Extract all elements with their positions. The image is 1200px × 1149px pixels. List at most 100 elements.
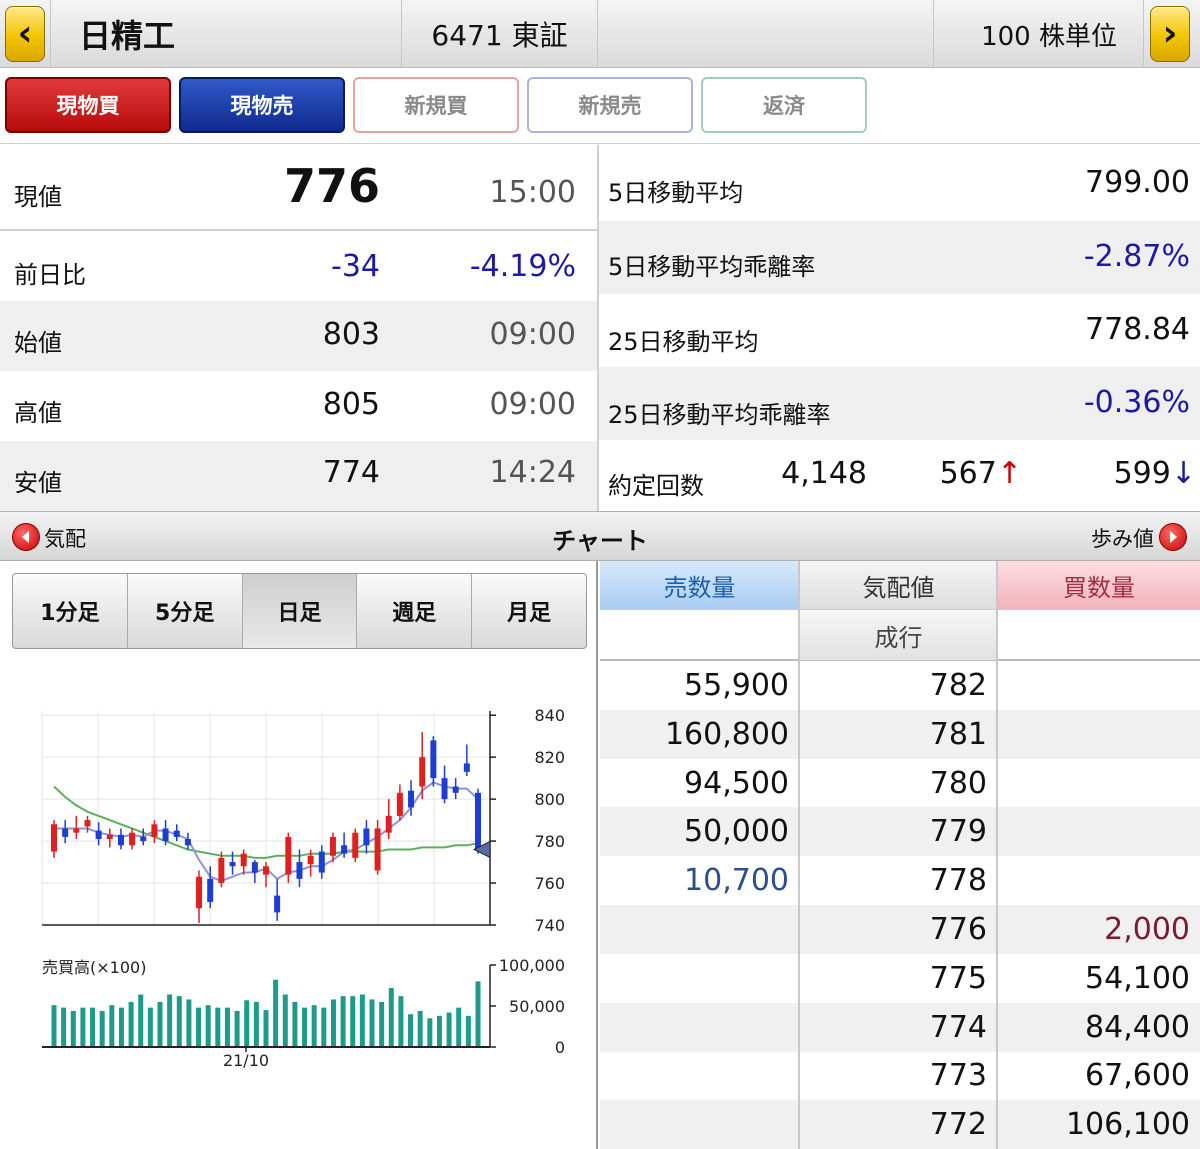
- stat-row-ma5-dev: 5日移動平均乖離率 -2.87%: [599, 221, 1200, 294]
- volume-bar: [99, 1010, 105, 1047]
- candle-body: [73, 828, 80, 833]
- tab-monthly[interactable]: 月足: [472, 574, 586, 648]
- ma25-dev-value: -0.36%: [1083, 385, 1190, 420]
- book-price-cell: 774: [929, 1009, 987, 1045]
- margin-sell-button[interactable]: 新規売: [527, 77, 693, 133]
- cash-buy-button[interactable]: 現物買: [5, 77, 171, 133]
- book-sell-cell: 94,500: [684, 765, 789, 801]
- low-time: 14:24: [489, 455, 576, 490]
- book-row[interactable]: 773 67,600: [600, 1051, 1200, 1100]
- change-value: -34: [331, 249, 380, 284]
- book-row[interactable]: 774 84,400: [600, 1002, 1200, 1052]
- margin-buy-button[interactable]: 新規買: [353, 77, 519, 133]
- volume-tick-label: 50,000: [509, 997, 565, 1016]
- tab-1min[interactable]: 1分足: [13, 574, 128, 648]
- next-stock-button[interactable]: ›: [1150, 6, 1190, 62]
- price-tick-label: 760: [534, 874, 565, 893]
- volume-bar: [196, 1007, 202, 1047]
- price-tick-label: 780: [534, 832, 565, 851]
- book-price-cell: 772: [929, 1107, 987, 1143]
- book-buy-cell: 84,400: [1085, 1009, 1190, 1045]
- quote-row-open: 始値 803 09:00: [0, 301, 598, 371]
- tick-history-link[interactable]: 歩み値: [1070, 512, 1200, 560]
- arrow-up-icon: ↑: [996, 456, 1022, 491]
- book-price-cell: 782: [929, 668, 987, 703]
- book-price-cell: 779: [929, 814, 987, 850]
- candle-body: [95, 830, 102, 839]
- candle-body: [452, 786, 459, 793]
- volume-bar: [408, 1014, 414, 1047]
- book-row[interactable]: 160,800 781: [600, 709, 1200, 759]
- book-row[interactable]: 50,000 779: [600, 807, 1200, 857]
- trades-up-value: 567: [939, 456, 997, 491]
- volume-bar: [475, 981, 481, 1047]
- candle-body: [173, 830, 180, 837]
- stock-name-cell: 日精工: [50, 0, 402, 68]
- book-sell-cell: 50,000: [684, 814, 789, 850]
- current-price-time: 15:00: [489, 175, 576, 210]
- book-row[interactable]: 94,500 780: [600, 759, 1200, 808]
- candle-body: [162, 828, 169, 842]
- volume-bar: [330, 999, 336, 1047]
- section-bar: 気配 チャート 歩み値: [0, 511, 1200, 561]
- current-price-value: 776: [283, 159, 380, 213]
- tab-weekly[interactable]: 週足: [357, 574, 473, 648]
- volume-bar: [215, 1007, 221, 1047]
- volume-bar: [388, 987, 394, 1047]
- volume-tick-label: 100,000: [499, 956, 565, 975]
- candle-body: [140, 836, 147, 842]
- section-title: チャート: [552, 527, 648, 555]
- volume-bar: [311, 1005, 317, 1047]
- book-sell-cell: 160,800: [664, 716, 789, 752]
- book-row[interactable]: 776 2,000: [600, 905, 1200, 954]
- book-buy-cell: [998, 661, 1200, 710]
- change-label: 前日比: [14, 261, 86, 289]
- book-price-cell: 778: [929, 863, 987, 899]
- book-row[interactable]: 55,900 782: [600, 661, 1200, 710]
- candle-body: [419, 757, 426, 787]
- book-price-cell: 780: [929, 765, 987, 801]
- candle-body: [341, 845, 348, 854]
- volume-bar: [80, 1007, 86, 1047]
- price-chart[interactable]: 840 820 800 780 760 740 売買高(×100) 100,000 50,000…: [0, 659, 596, 1149]
- trades-count: 4,148: [781, 456, 867, 491]
- volume-bar: [90, 1007, 96, 1047]
- volume-bar: [176, 996, 182, 1047]
- volume-bar: [157, 1001, 163, 1047]
- book-sell-cell: [600, 1051, 799, 1100]
- x-tick-label: 21/10: [223, 1051, 269, 1070]
- candle-body: [218, 857, 225, 884]
- high-label: 高値: [14, 399, 62, 427]
- low-label: 安値: [14, 469, 62, 497]
- candle-body: [396, 792, 403, 816]
- candle-body: [62, 828, 69, 837]
- tab-daily[interactable]: 日足: [242, 574, 358, 648]
- prev-stock-button[interactable]: ‹: [5, 6, 45, 62]
- volume-bar: [138, 994, 144, 1047]
- cash-sell-button[interactable]: 現物売: [179, 77, 345, 133]
- tab-5min[interactable]: 5分足: [128, 574, 243, 648]
- book-row[interactable]: 775 54,100: [600, 954, 1200, 1003]
- book-sell-cell: 55,900: [684, 668, 789, 703]
- candle-body: [285, 836, 292, 875]
- trades-up: 567↑: [940, 456, 1022, 491]
- repay-button[interactable]: 返済: [701, 77, 867, 133]
- trade-unit: 100 株単位: [981, 21, 1117, 52]
- candle-body: [318, 851, 325, 873]
- candle-body: [463, 763, 470, 772]
- price-tick-label: 840: [534, 706, 565, 725]
- book-sell-cell: [600, 1100, 799, 1149]
- book-row[interactable]: 772 106,100: [600, 1100, 1200, 1149]
- book-price-cell: 775: [929, 960, 987, 996]
- ma25-dev-label: 25日移動平均乖離率: [608, 401, 831, 429]
- candle-body: [363, 828, 370, 846]
- volume-bar: [340, 996, 346, 1047]
- volume-bar: [292, 1001, 298, 1047]
- order-book: 売数量 気配値 買数量 成行 55,900 782 160,800 781 94,500…: [600, 561, 1200, 1149]
- stat-row-ma25-dev: 25日移動平均乖離率 -0.36%: [599, 367, 1200, 440]
- open-time: 09:00: [489, 317, 576, 352]
- volume-bar: [253, 1001, 259, 1047]
- book-row[interactable]: 10,700 778: [600, 856, 1200, 905]
- chevron-right-icon: ›: [1162, 13, 1178, 54]
- price-tick-label: 800: [534, 790, 565, 809]
